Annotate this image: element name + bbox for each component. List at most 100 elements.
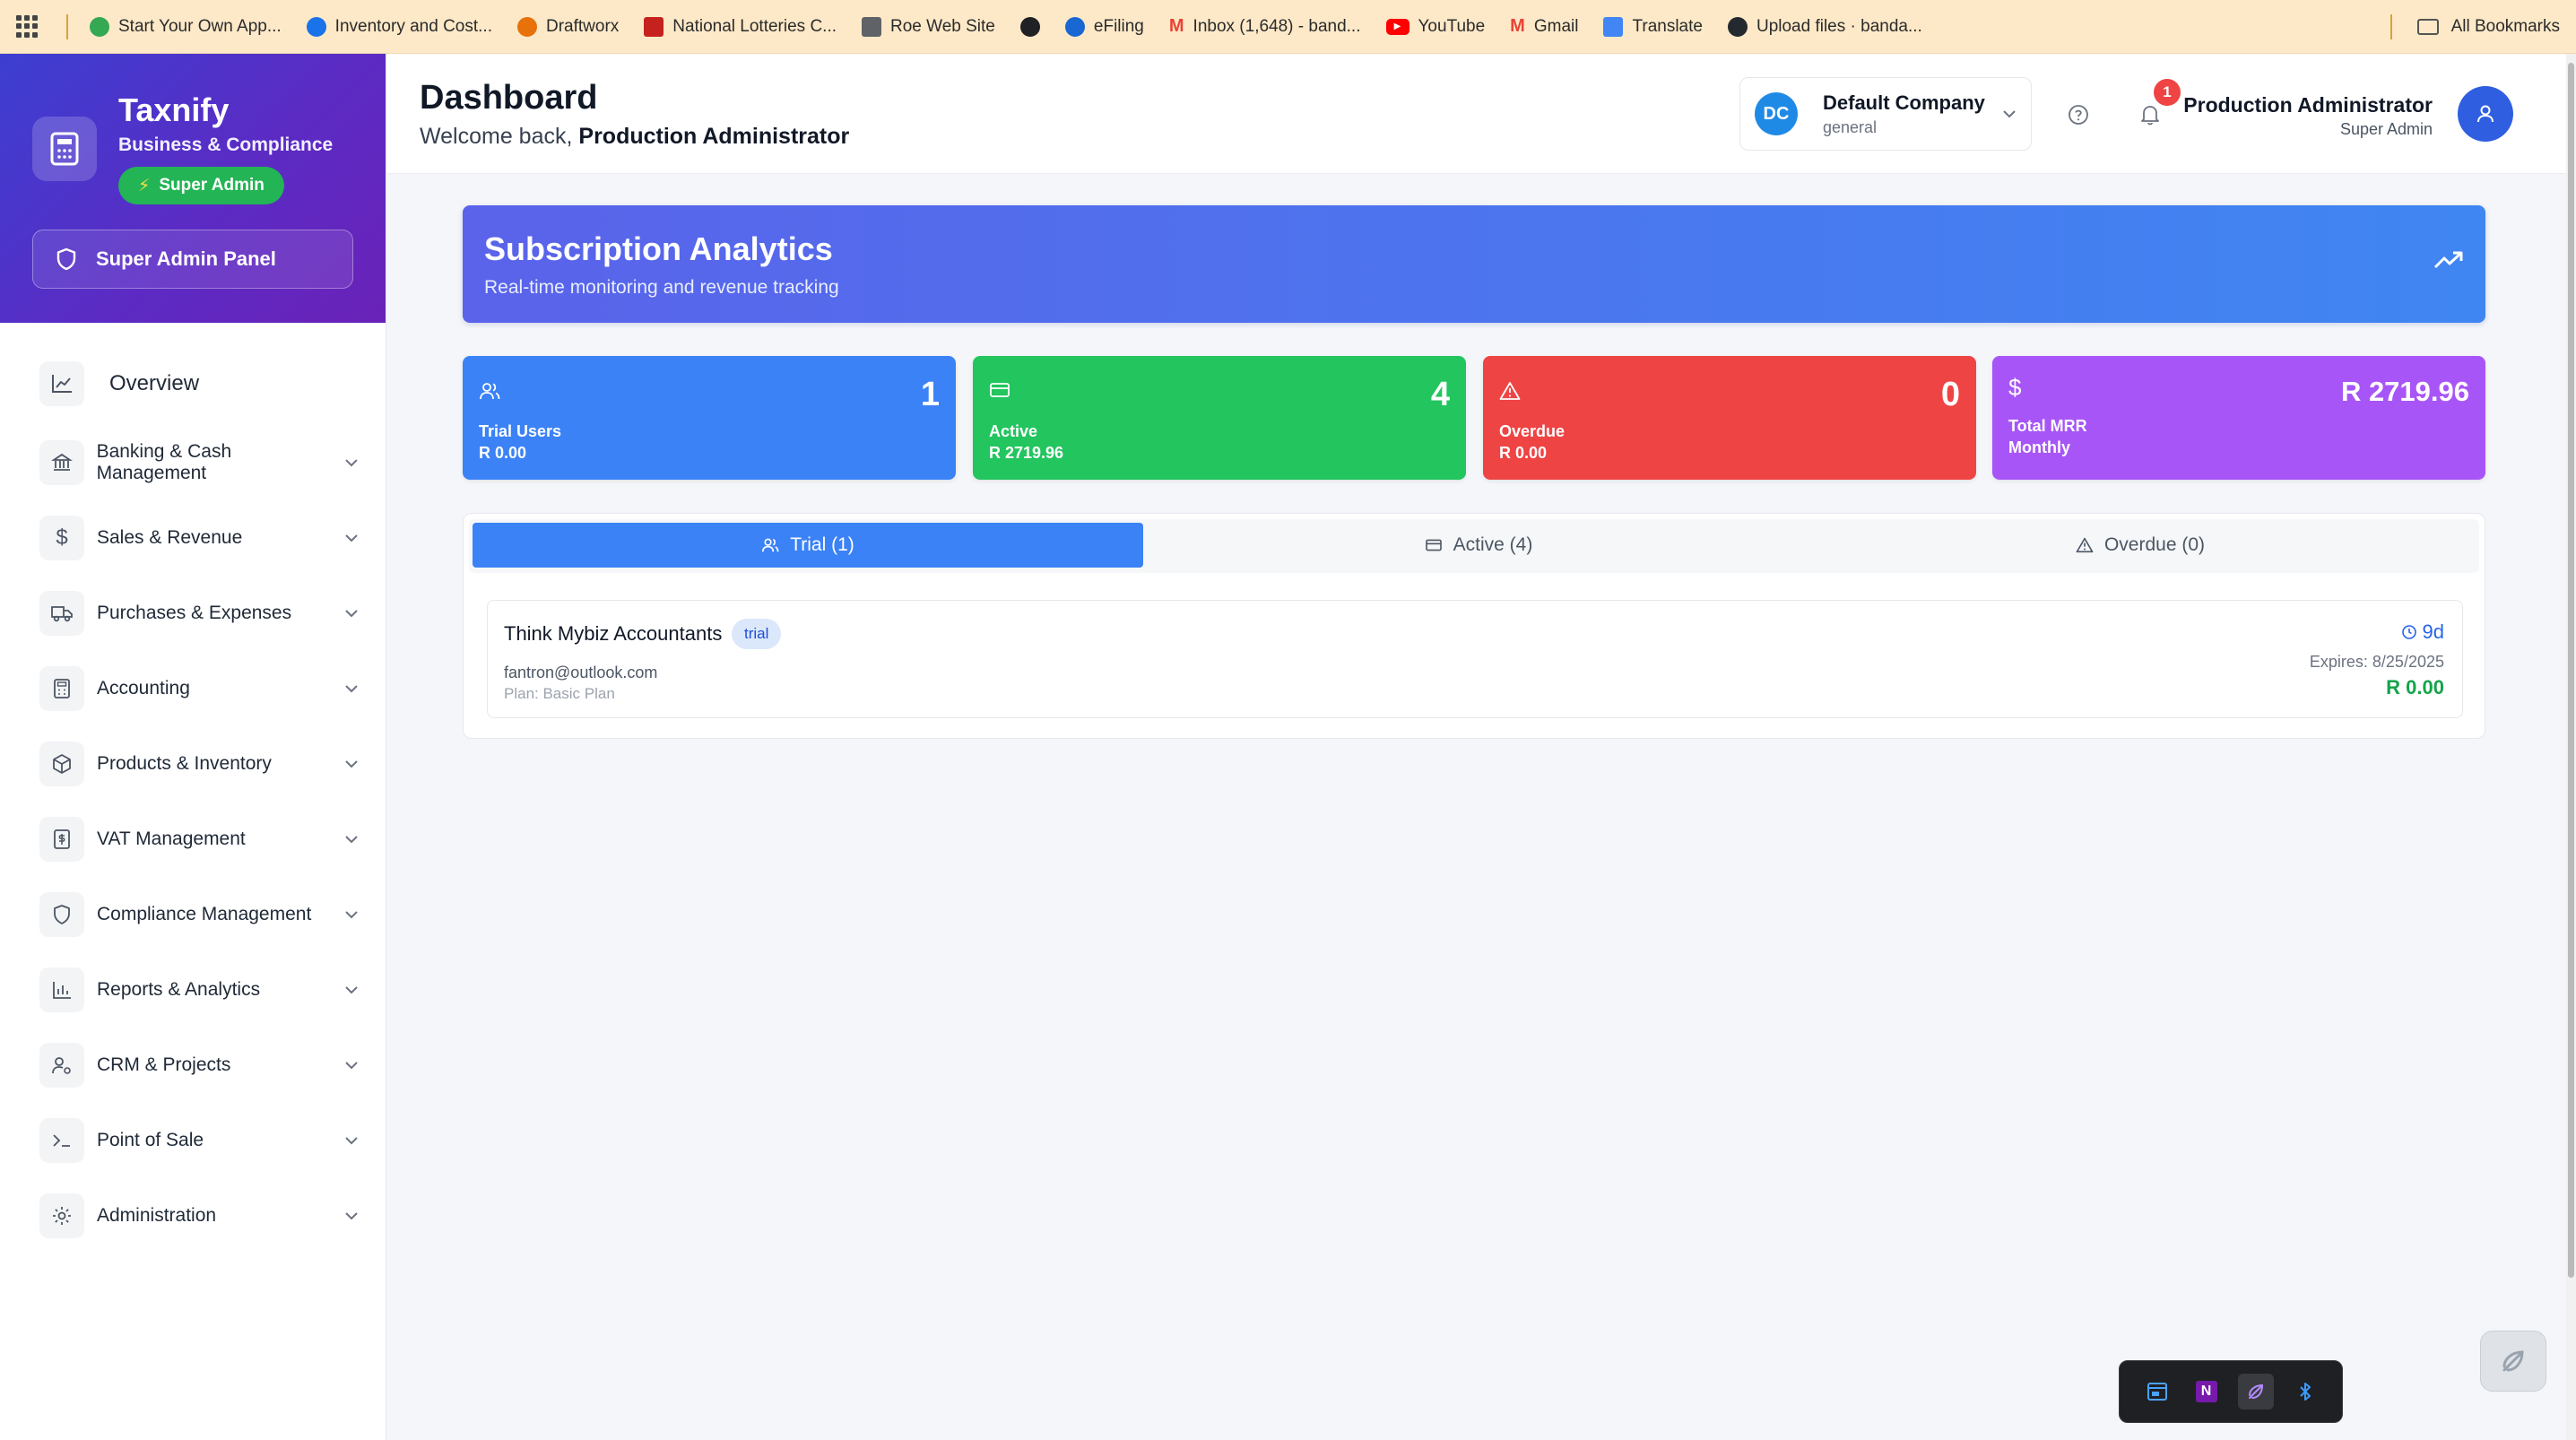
user-name: Production Administrator [2183,93,2433,117]
bookmark-label: Translate [1632,16,1703,36]
tab-active[interactable]: Active (4) [1143,523,1814,568]
bookmark-item[interactable]: M Inbox (1,648) - band... [1169,16,1361,37]
calculator-icon [39,666,84,711]
window-app-icon[interactable] [2139,1374,2175,1410]
chevron-down-icon [345,1137,358,1145]
sidebar-item-purchases[interactable]: Purchases & Expenses [39,588,359,638]
gmail-icon: M [1168,16,1184,36]
stat-amount: R 2719.96 [989,444,1064,462]
tab-label: Active (4) [1453,534,1533,555]
stat-card-total-mrr: $ R 2719.96 Total MRR Monthly [1992,356,2485,480]
bookmark-label: Inventory and Cost... [334,16,492,36]
chevron-down-icon [2003,110,2016,118]
subscriber-plan: Plan: Basic Plan [504,685,615,702]
bookmark-label: Roe Web Site [890,16,995,36]
all-bookmarks-label: All Bookmarks [2450,16,2560,36]
help-circle-icon [2069,105,2088,125]
bookmark-label: Gmail [1533,16,1579,36]
assistant-floating-button[interactable] [2480,1331,2546,1392]
bookmark-favicon-icon [90,16,109,37]
bookmarks-bar: Start Your Own App... Inventory and Cost… [0,0,2576,54]
subscription-amount: R 0.00 [2386,676,2444,698]
sidebar-item-compliance[interactable]: Compliance Management [39,889,359,940]
sidebar-item-label: Accounting [97,678,190,698]
bookmark-item[interactable]: ▶ YouTube [1385,17,1485,37]
sidebar-item-reports[interactable]: Reports & Analytics [39,965,359,1015]
sidebar-item-label: Banking & Cash Management [96,441,232,483]
sidebar-item-overview[interactable]: Overview [39,359,359,409]
scrollbar-thumb[interactable] [2568,63,2574,1278]
bookmark-item[interactable]: Upload files · banda... [1727,16,1922,37]
stat-label: Trial Users [479,422,562,440]
bookmark-item[interactable]: Translate [1603,16,1703,37]
user-avatar-button[interactable] [2458,86,2513,142]
welcome-message: Welcome back, Production Administrator [420,124,849,150]
sidebar-item-label: Compliance Management [97,904,312,924]
all-bookmarks[interactable]: All Bookmarks [2390,13,2560,39]
bookmark-label: Draftworx [546,16,620,36]
chevron-down-icon [345,1062,358,1070]
users-icon [480,383,500,400]
sidebar-item-vat[interactable]: VAT Management [39,814,359,864]
stat-value: 0 [1940,376,1960,413]
stat-amount: R 0.00 [1499,444,1548,462]
sidebar-item-accounting[interactable]: Accounting [39,664,359,714]
sidebar-item-banking[interactable]: Banking & Cash Management [39,438,359,488]
stat-label: Overdue [1499,422,1566,440]
bookmark-item[interactable] [1019,16,1040,37]
feather-icon [2502,1350,2524,1372]
credit-card-icon [990,383,1010,397]
page-title: Dashboard [420,79,598,117]
gmail-icon: M [1510,16,1525,36]
super-admin-badge: ⚡ Super Admin [118,167,284,204]
bookmark-item[interactable]: Draftworx [517,16,620,37]
onenote-icon[interactable]: N [2189,1374,2225,1410]
dollar-icon: $ [39,516,84,560]
brand-name: Taxnify [118,91,230,128]
gear-icon [39,1193,84,1238]
line-chart-icon [39,361,84,406]
feather-app-icon[interactable] [2237,1374,2274,1410]
company-switcher[interactable]: DC Default Company general [1739,77,2032,151]
panel-button-label: Super Admin Panel [96,247,276,270]
bookmark-favicon-icon [862,16,881,37]
sidebar-item-label: Reports & Analytics [97,979,261,1000]
subscription-tabs: Trial (1) Active (4) Overdue (0) [469,519,2479,573]
apps-grid-icon[interactable] [16,14,39,39]
bookmark-favicon-icon [644,16,664,37]
stat-card-overdue: 0 Overdue R 0.00 [1483,356,1976,480]
user-role: Super Admin [2339,120,2433,138]
sidebar-item-administration[interactable]: Administration [39,1191,359,1241]
dollar-icon: $ [2008,374,2022,401]
tab-trial[interactable]: Trial (1) [473,523,1143,568]
youtube-icon: ▶ [1385,18,1409,35]
sidebar-item-pos[interactable]: Point of Sale [39,1115,359,1166]
bookmark-item[interactable]: Roe Web Site [862,16,995,37]
help-button[interactable] [2060,97,2096,133]
tab-overdue[interactable]: Overdue (0) [1805,523,2476,568]
bluetooth-icon[interactable] [2287,1374,2323,1410]
subscription-row[interactable]: Think Mybiz Accountants trial fantron@ou… [487,600,2463,718]
bookmark-item[interactable]: National Lotteries C... [644,16,837,37]
sidebar-item-products[interactable]: Products & Inventory [39,739,359,789]
page-scrollbar[interactable] [2566,54,2576,1440]
bookmarks-divider [2390,13,2392,39]
sidebar-item-crm[interactable]: CRM & Projects [39,1040,359,1090]
stat-value: 1 [920,376,940,413]
bookmark-item[interactable]: Inventory and Cost... [306,16,492,37]
company-type: general [1823,117,1878,136]
sidebar-item-sales[interactable]: $ Sales & Revenue [39,513,359,563]
bookmark-item[interactable]: eFiling [1064,16,1144,37]
stat-value: 4 [1430,376,1450,413]
bookmark-item[interactable]: M Gmail [1510,16,1578,37]
bookmark-label: Start Your Own App... [118,16,282,36]
tab-label: Trial (1) [790,534,854,555]
folder-icon [2416,18,2439,35]
brand-header: Taxnify Business & Compliance ⚡ Super Ad… [0,54,386,323]
stat-card-trial-users: 1 Trial Users R 0.00 [463,356,956,480]
status-badge: trial [732,619,782,649]
system-tray-popup: N [2119,1360,2343,1423]
super-admin-panel-button[interactable]: Super Admin Panel [32,230,353,289]
bookmark-item[interactable]: Start Your Own App... [90,16,282,37]
bank-icon [39,440,84,485]
